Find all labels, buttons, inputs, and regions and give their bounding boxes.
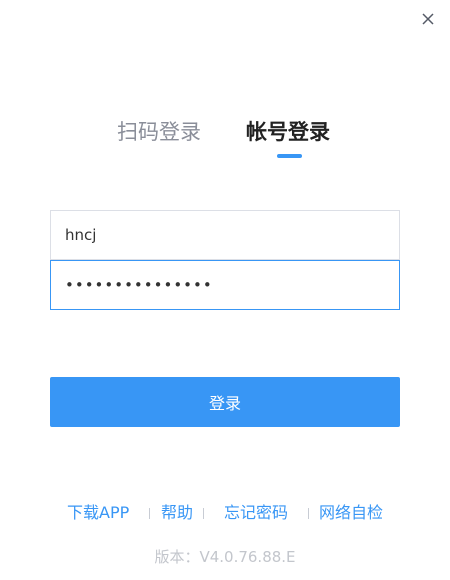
username-input[interactable] [50, 210, 400, 260]
close-icon [422, 13, 434, 25]
link-separator [149, 508, 150, 519]
help-link[interactable]: 帮助 [161, 502, 193, 524]
tab-account-login[interactable]: 帐号登录 [246, 114, 330, 150]
link-separator [203, 508, 204, 519]
download-app-link[interactable]: 下载APP [67, 502, 129, 524]
close-button[interactable] [418, 9, 438, 29]
tab-qr-login[interactable]: 扫码登录 [117, 114, 201, 150]
version-label: 版本：V4.0.76.88.E [154, 548, 296, 566]
footer-links: 下载APP 帮助 忘记密码 网络自检 [0, 502, 450, 524]
link-separator [308, 508, 309, 519]
password-input[interactable] [50, 260, 400, 310]
network-check-link[interactable]: 网络自检 [319, 502, 383, 524]
active-tab-indicator [277, 154, 302, 158]
login-button[interactable]: 登录 [50, 377, 400, 427]
forgot-password-link[interactable]: 忘记密码 [224, 502, 288, 524]
login-tabs: 扫码登录 帐号登录 [0, 114, 450, 164]
